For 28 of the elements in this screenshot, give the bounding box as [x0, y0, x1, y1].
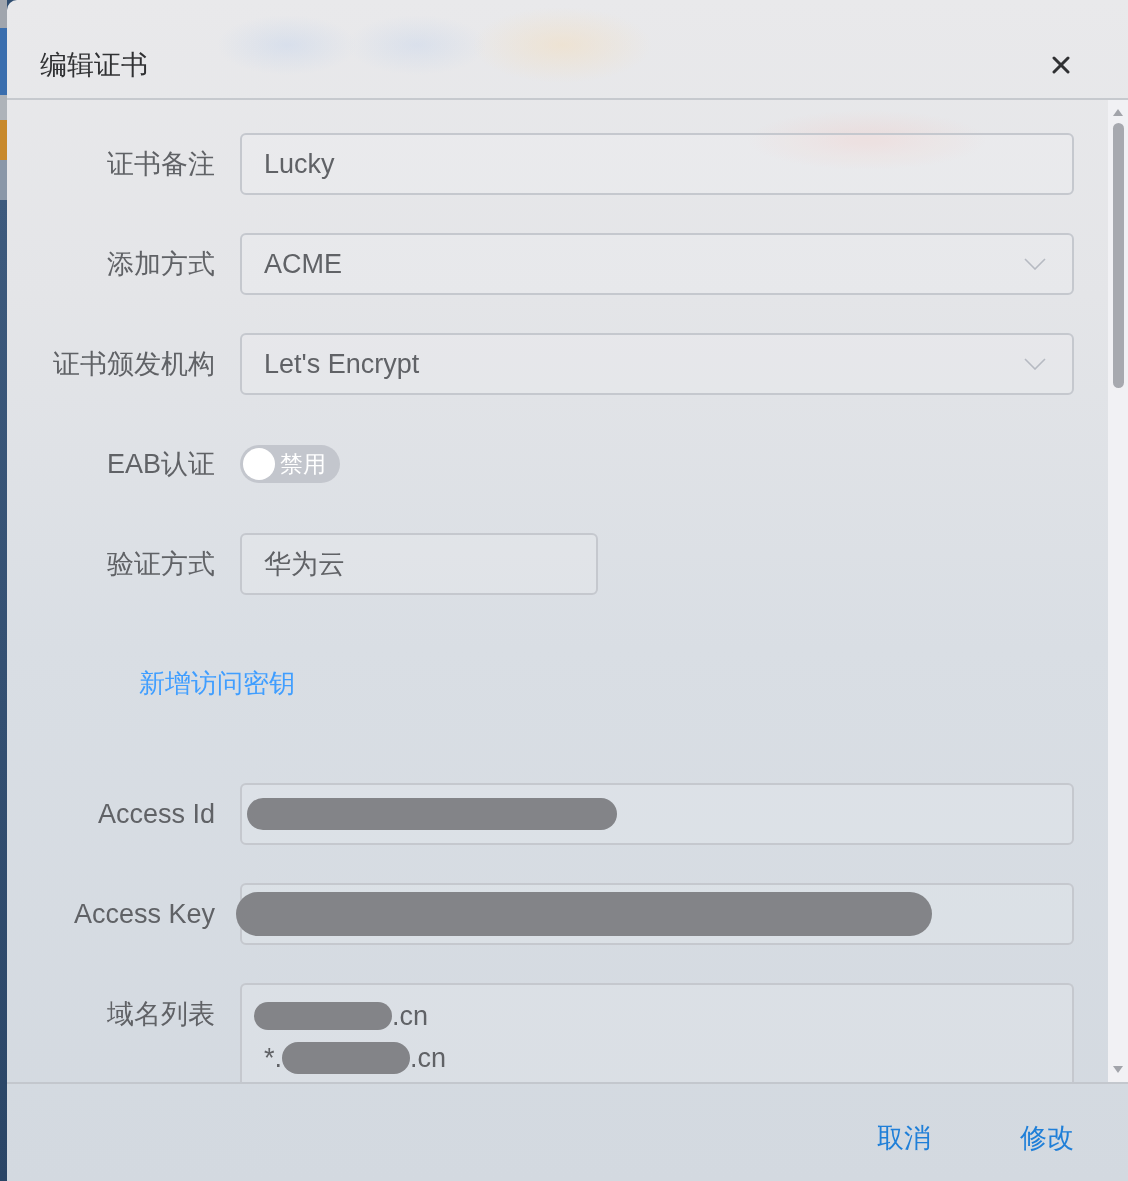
domain-text: .cn: [410, 1042, 447, 1074]
field-label: 证书颁发机构: [53, 348, 215, 381]
field-label: EAB认证: [106, 448, 215, 481]
domain-text: .cn: [392, 1000, 429, 1032]
text-field[interactable]: 华为云: [240, 533, 598, 595]
select-field[interactable]: ACME: [240, 233, 1074, 295]
text-field[interactable]: [240, 783, 1074, 845]
scrollbar-thumb[interactable]: [1112, 123, 1124, 388]
cancel-button[interactable]: 取消: [865, 1111, 943, 1164]
scroll-up-icon[interactable]: [1113, 109, 1123, 116]
field-label: 证书备注: [107, 148, 215, 181]
dialog-title: 编辑证书: [40, 49, 148, 82]
field-label: 验证方式: [107, 548, 215, 581]
close-button[interactable]: [1052, 56, 1070, 74]
domain-text: *.: [264, 1042, 282, 1074]
field-label: 域名列表: [107, 998, 215, 1031]
close-icon: [1052, 56, 1070, 74]
field-label: 添加方式: [107, 248, 215, 281]
scrollbar-track[interactable]: [1108, 100, 1128, 1082]
field-label: Access Key: [73, 898, 215, 930]
chevron-down-icon: [1024, 358, 1046, 370]
field-label: Access Id: [97, 798, 215, 830]
text-field[interactable]: Lucky: [240, 133, 1074, 195]
chevron-down-icon: [1024, 258, 1046, 270]
modify-button[interactable]: 修改: [1008, 1111, 1086, 1164]
scroll-down-icon[interactable]: [1113, 1066, 1123, 1073]
select-field[interactable]: Let's Encrypt: [240, 333, 1074, 395]
textarea-field[interactable]: .cn *. .cn: [240, 983, 1074, 1082]
